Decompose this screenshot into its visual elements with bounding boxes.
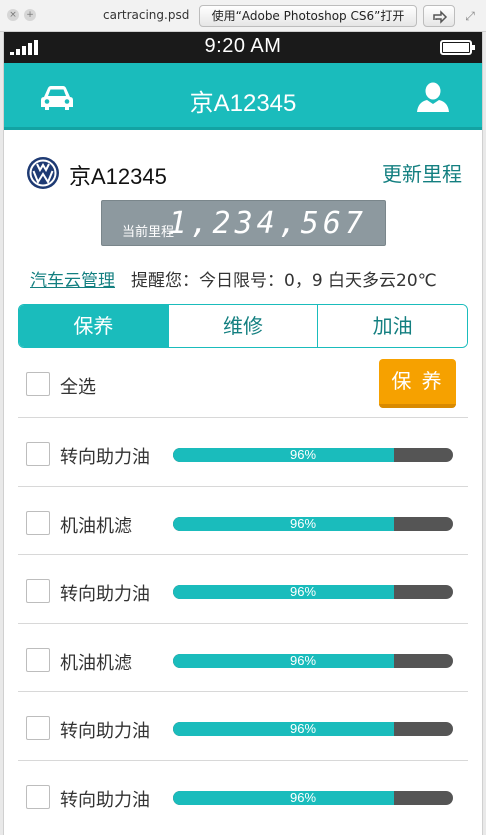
update-mileage-link[interactable]: 更新里程 [382, 158, 462, 187]
nav-bar: 京A12345 [4, 63, 482, 130]
select-all-label: 全选 [60, 377, 96, 398]
progress-label: 96% [289, 653, 317, 668]
list-item: 机油机滤 96% [18, 624, 468, 692]
tab-bar: 保养 维修 加油 [18, 304, 468, 348]
expand-icon[interactable]: ⤢ [463, 9, 477, 23]
progress-bar: 96% [173, 516, 453, 531]
progress-bar: 96% [173, 722, 453, 736]
notice-text: 提醒您：今日限号：0，9 白天多云20℃ [131, 271, 437, 291]
vehicle-plate: 京A12345 [69, 164, 167, 189]
status-time: 9:20 AM [204, 35, 282, 57]
window-filename: cartracing.psd [103, 8, 190, 22]
tab-repair[interactable]: 维修 [167, 305, 318, 347]
progress-bar: 96% [173, 790, 453, 805]
maintain-button[interactable]: 保 养 [379, 359, 456, 408]
odometer-label: 当前里程 [122, 225, 175, 240]
progress-label: 96% [289, 722, 317, 736]
odometer-display: 当前里程 1,234,567 [101, 200, 386, 246]
item-checkbox[interactable] [26, 784, 50, 809]
item-checkbox[interactable] [26, 647, 50, 672]
phone-screen: 9:20 AM 京A12345 京A12345 更新里程 当前里程 1,234,… [3, 32, 483, 835]
cloud-management-link[interactable]: 汽车云管理 [30, 271, 115, 291]
select-all-row: 全选 保 养 [18, 356, 468, 418]
status-bar: 9:20 AM [4, 32, 482, 63]
item-checkbox[interactable] [26, 442, 50, 466]
item-name: 转向助力油 [60, 447, 150, 468]
volkswagen-logo [27, 157, 59, 189]
item-checkbox[interactable] [26, 579, 50, 603]
select-all-checkbox[interactable] [26, 372, 50, 396]
progress-bar: 96% [173, 653, 453, 668]
user-icon[interactable] [416, 82, 450, 112]
item-name: 转向助力油 [60, 721, 150, 742]
close-icon[interactable]: × [7, 9, 19, 21]
plus-icon[interactable]: + [24, 9, 36, 21]
list-item: 转向助力油 96% [18, 555, 468, 624]
share-button[interactable] [423, 5, 455, 27]
tab-refuel[interactable]: 加油 [317, 305, 467, 347]
item-checkbox[interactable] [26, 510, 50, 535]
list-item: 转向助力油 96% [18, 418, 468, 487]
nav-title: 京A12345 [189, 90, 297, 117]
window-titlebar: × + cartracing.psd 使用“Adobe Photoshop CS… [0, 0, 486, 32]
progress-bar: 96% [173, 448, 453, 462]
odometer-value: 1,234,567 [168, 206, 367, 241]
list-item: 转向助力油 96% [18, 692, 468, 761]
tab-maintenance[interactable]: 保养 [19, 305, 168, 347]
open-with-button[interactable]: 使用“Adobe Photoshop CS6”打开 [199, 5, 417, 27]
item-name: 机油机滤 [60, 515, 132, 537]
progress-bar: 96% [173, 585, 453, 599]
maintenance-list: 转向助力油 96% 机油机滤 96% 转向助力油 96% 机油机滤 96% 转向… [18, 418, 468, 829]
progress-label: 96% [289, 585, 317, 599]
notice-line: 汽车云管理 提醒您：今日限号：0，9 白天多云20℃ [30, 266, 470, 291]
progress-label: 96% [289, 790, 317, 805]
item-name: 机油机滤 [60, 652, 132, 674]
list-item: 机油机滤 96% [18, 487, 468, 555]
item-checkbox[interactable] [26, 716, 50, 740]
progress-label: 96% [289, 516, 317, 531]
battery-icon [440, 40, 475, 55]
list-item: 转向助力油 96% [18, 761, 468, 830]
item-name: 转向助力油 [60, 789, 150, 811]
progress-label: 96% [289, 448, 317, 462]
item-name: 转向助力油 [60, 584, 150, 605]
share-icon [433, 10, 448, 24]
